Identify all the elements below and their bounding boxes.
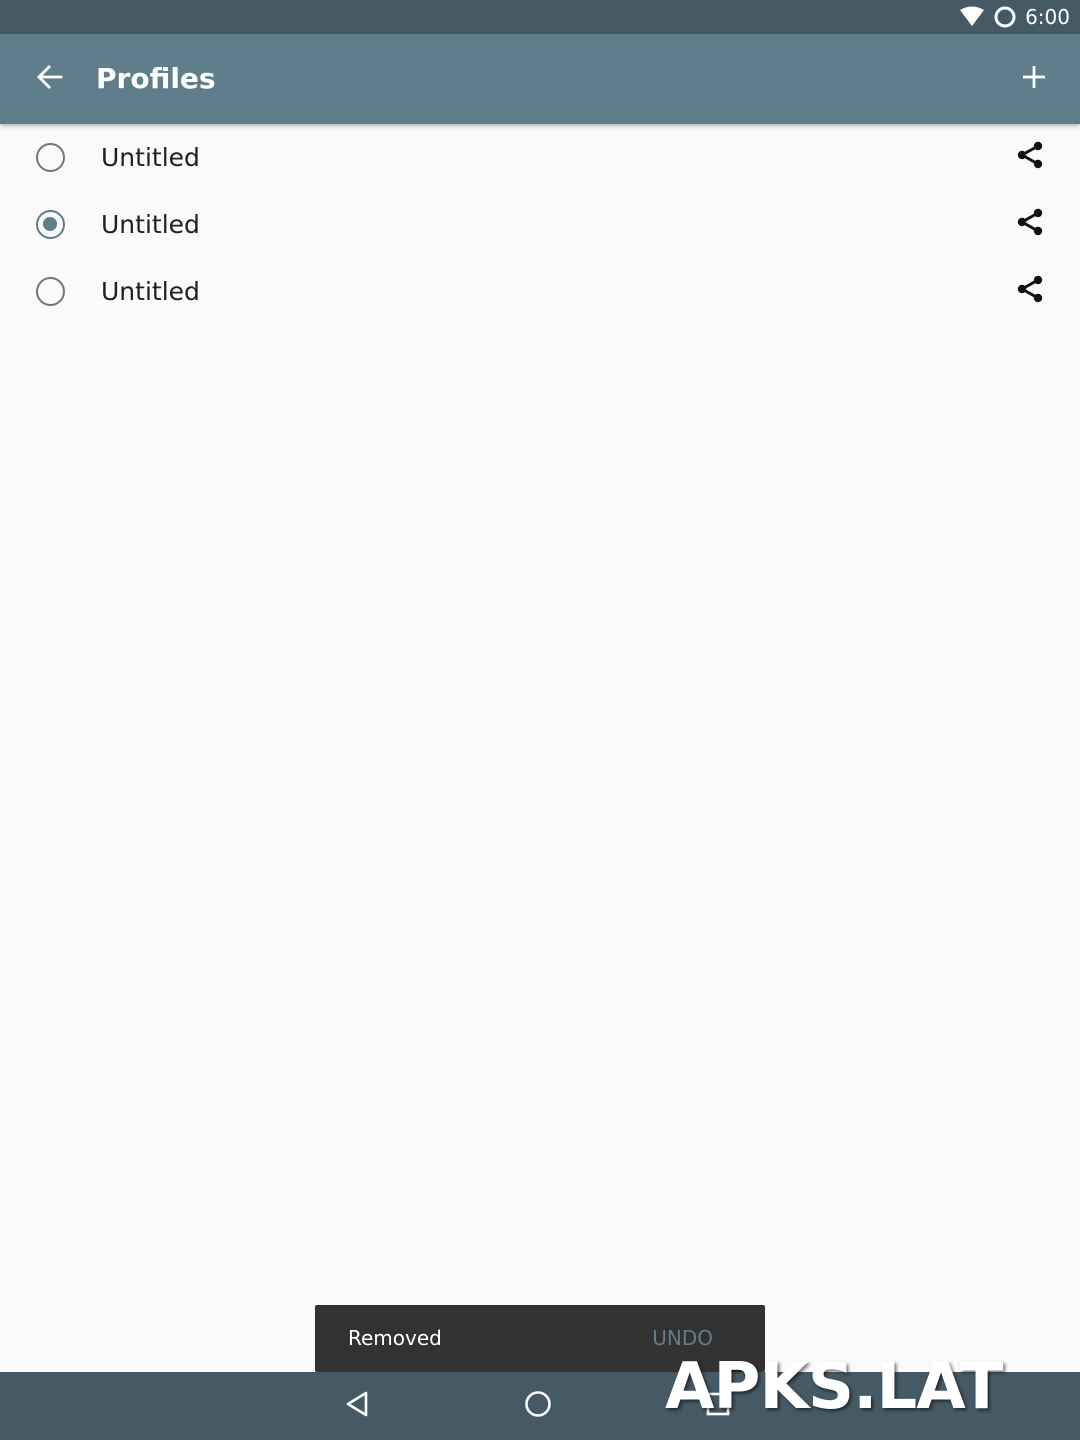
share-icon [1015,274,1045,308]
profile-label: Untitled [101,210,200,239]
list-item[interactable]: Untitled [0,258,1080,325]
nav-back-icon [344,1390,372,1422]
toolbar: Profiles [0,34,1080,124]
share-button[interactable] [1010,271,1050,311]
share-button[interactable] [1010,204,1050,244]
share-button[interactable] [1010,137,1050,177]
status-indicators: 6:00 [959,0,1070,34]
share-icon [1015,207,1045,241]
profile-radio[interactable] [36,210,65,239]
nav-recents-button[interactable] [694,1382,742,1430]
wifi-icon [959,6,985,28]
status-time: 6:00 [1025,5,1070,29]
profile-label: Untitled [101,277,200,306]
list-item[interactable]: Untitled [0,124,1080,191]
undo-button[interactable]: UNDO [652,1305,713,1372]
nav-recents-icon [705,1391,731,1421]
nav-home-icon [524,1390,552,1422]
profile-radio[interactable] [36,143,65,172]
profile-radio[interactable] [36,277,65,306]
snackbar: Removed UNDO [315,1305,765,1372]
list-item[interactable]: Untitled [0,191,1080,258]
arrow-back-icon [36,63,64,95]
sync-ring-icon [993,5,1017,29]
back-button[interactable] [26,55,74,103]
profile-list: Untitled Untitled Untitled [0,124,1080,325]
profile-label: Untitled [101,143,200,172]
plus-icon [1022,65,1046,93]
navigation-bar [0,1372,1080,1440]
snackbar-message: Removed [348,1326,442,1350]
nav-home-button[interactable] [514,1382,562,1430]
add-profile-button[interactable] [1010,55,1058,103]
nav-back-button[interactable] [334,1382,382,1430]
share-icon [1015,140,1045,174]
page-title: Profiles [96,62,216,95]
status-bar: 6:00 [0,0,1080,34]
